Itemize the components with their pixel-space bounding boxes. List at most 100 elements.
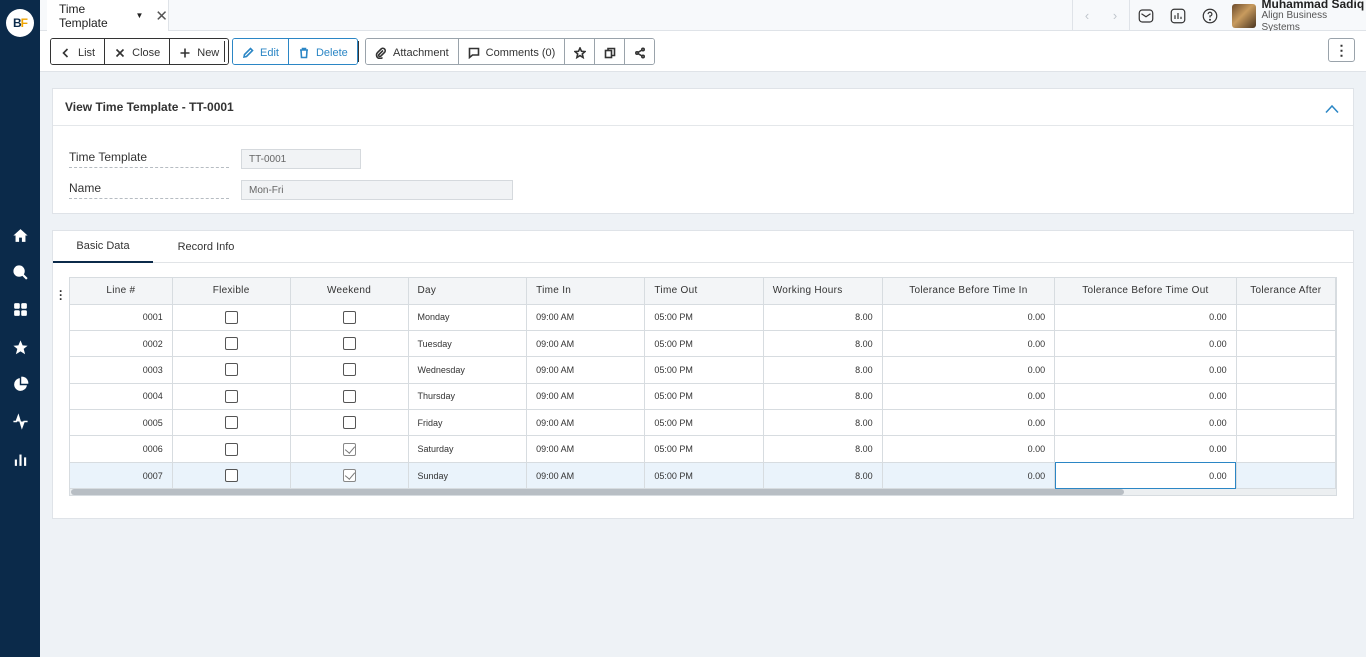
flexible-checkbox[interactable] bbox=[224, 337, 238, 351]
list-button[interactable]: List bbox=[51, 39, 105, 64]
day-cell[interactable]: Thursday bbox=[408, 383, 528, 411]
time-out-cell[interactable]: 05:00 PM bbox=[644, 435, 764, 463]
document-tab[interactable]: Time Template ▼ ✕ bbox=[47, 0, 169, 31]
flexible-checkbox[interactable] bbox=[224, 442, 238, 456]
weekend-checkbox[interactable] bbox=[342, 389, 356, 403]
horizontal-scrollbar[interactable] bbox=[70, 489, 1336, 495]
column-header-weekend[interactable]: Weekend bbox=[290, 278, 409, 305]
working-hours-cell[interactable]: 8.00 bbox=[763, 383, 883, 411]
help-icon[interactable] bbox=[1194, 0, 1226, 31]
day-cell[interactable]: Saturday bbox=[408, 435, 528, 463]
time-out-cell[interactable]: 05:00 PM bbox=[644, 462, 764, 490]
weekend-checkbox[interactable] bbox=[342, 469, 356, 483]
tolerance-before-time-in-cell[interactable]: 0.00 bbox=[882, 409, 1056, 437]
copy-button[interactable] bbox=[594, 39, 625, 64]
line-number-cell[interactable]: 0003 bbox=[70, 356, 173, 384]
time-out-cell[interactable]: 05:00 PM bbox=[644, 409, 764, 437]
working-hours-cell[interactable]: 8.00 bbox=[763, 435, 883, 463]
user-menu[interactable]: Muhammad Sadiq Align Business Systems bbox=[1226, 0, 1366, 34]
column-header-tolerance-before-time-out[interactable]: Tolerance Before Time Out bbox=[1054, 278, 1237, 305]
time-in-cell[interactable]: 09:00 AM bbox=[526, 356, 646, 384]
tolerance-before-time-in-cell[interactable]: 0.00 bbox=[882, 462, 1056, 490]
avatar[interactable] bbox=[1232, 3, 1256, 28]
time-template-field[interactable]: TT-0001 bbox=[241, 149, 361, 169]
column-header-working-hours[interactable]: Working Hours bbox=[763, 278, 883, 305]
flexible-checkbox[interactable] bbox=[224, 469, 238, 483]
flexible-checkbox[interactable] bbox=[224, 389, 238, 403]
table-row[interactable]: 0004 Thursday 09:00 AM 05:00 PM 8.00 0.00 0.00 bbox=[70, 383, 1336, 411]
tolerance-before-time-in-cell[interactable]: 0.00 bbox=[882, 304, 1056, 331]
time-in-cell[interactable]: 09:00 AM bbox=[526, 304, 646, 331]
home-icon[interactable] bbox=[11, 226, 29, 244]
tolerance-after-cell[interactable] bbox=[1236, 409, 1336, 437]
grid-menu-icon[interactable]: · · · bbox=[59, 285, 63, 305]
close-button[interactable]: Close bbox=[104, 39, 170, 64]
tolerance-before-time-out-cell[interactable]: 0.00 bbox=[1054, 435, 1237, 463]
attachment-button[interactable]: Attachment bbox=[366, 39, 458, 64]
day-cell[interactable]: Sunday bbox=[408, 462, 528, 490]
time-in-cell[interactable]: 09:00 AM bbox=[526, 435, 646, 463]
flexible-checkbox-cell[interactable] bbox=[172, 356, 291, 384]
working-hours-cell[interactable]: 8.00 bbox=[763, 356, 883, 384]
mail-icon[interactable] bbox=[1130, 0, 1162, 31]
flexible-checkbox[interactable] bbox=[224, 416, 238, 430]
working-hours-cell[interactable]: 8.00 bbox=[763, 330, 883, 358]
caret-down-icon[interactable]: ▼ bbox=[136, 11, 144, 20]
comments-button[interactable]: Comments (0) bbox=[457, 39, 565, 64]
weekend-checkbox[interactable] bbox=[342, 310, 356, 324]
column-header-tolerance-before-time-in[interactable]: Tolerance Before Time In bbox=[882, 278, 1056, 305]
tolerance-after-cell[interactable] bbox=[1236, 356, 1336, 384]
weekend-checkbox-cell[interactable] bbox=[290, 435, 409, 463]
tolerance-before-time-out-cell[interactable]: 0.00 bbox=[1054, 409, 1237, 437]
weekend-checkbox-cell[interactable] bbox=[290, 356, 409, 384]
weekend-checkbox[interactable] bbox=[342, 416, 356, 430]
day-cell[interactable]: Friday bbox=[408, 409, 528, 437]
tab-basic-data[interactable]: Basic Data bbox=[53, 231, 153, 263]
tolerance-before-time-out-cell[interactable]: 0.00 bbox=[1054, 462, 1237, 490]
weekend-checkbox-cell[interactable] bbox=[290, 383, 409, 411]
day-cell[interactable]: Tuesday bbox=[408, 330, 528, 358]
flexible-checkbox[interactable] bbox=[224, 363, 238, 377]
column-header-time-out[interactable]: Time Out bbox=[644, 278, 764, 305]
chevron-left-icon[interactable]: ‹ bbox=[1073, 0, 1101, 31]
table-row[interactable]: 0007 Sunday 09:00 AM 05:00 PM 8.00 0.00 0.00 bbox=[70, 462, 1336, 490]
tolerance-after-cell[interactable] bbox=[1236, 330, 1336, 358]
flexible-checkbox-cell[interactable] bbox=[172, 383, 291, 411]
scrollbar-thumb[interactable] bbox=[71, 489, 1124, 495]
delete-button[interactable]: Delete bbox=[287, 39, 357, 64]
line-number-cell[interactable]: 0001 bbox=[70, 304, 173, 331]
tab-record-info[interactable]: Record Info bbox=[153, 231, 259, 263]
table-row[interactable]: 0002 Tuesday 09:00 AM 05:00 PM 8.00 0.00 0.00 bbox=[70, 330, 1336, 358]
weekend-checkbox-cell[interactable] bbox=[290, 462, 409, 490]
table-row[interactable]: 0006 Saturday 09:00 AM 05:00 PM 8.00 0.00 0.00 bbox=[70, 435, 1336, 463]
pie-chart-icon[interactable] bbox=[11, 375, 29, 393]
time-in-cell[interactable]: 09:00 AM bbox=[526, 409, 646, 437]
working-hours-cell[interactable]: 8.00 bbox=[763, 462, 883, 490]
tolerance-before-time-in-cell[interactable]: 0.00 bbox=[882, 435, 1056, 463]
apps-grid-icon[interactable] bbox=[11, 300, 29, 318]
line-number-cell[interactable]: 0004 bbox=[70, 383, 173, 411]
time-out-cell[interactable]: 05:00 PM bbox=[644, 356, 764, 384]
table-row[interactable]: 0003 Wednesday 09:00 AM 05:00 PM 8.00 0.00 0.0… bbox=[70, 356, 1336, 384]
close-tab-icon[interactable]: ✕ bbox=[155, 7, 168, 25]
line-number-cell[interactable]: 0006 bbox=[70, 435, 173, 463]
tolerance-before-time-in-cell[interactable]: 0.00 bbox=[882, 356, 1056, 384]
tolerance-before-time-out-cell[interactable]: 0.00 bbox=[1054, 304, 1237, 331]
column-header-day[interactable]: Day bbox=[408, 278, 528, 305]
tolerance-after-cell[interactable] bbox=[1236, 304, 1336, 331]
chevron-right-icon[interactable]: › bbox=[1101, 0, 1129, 31]
tolerance-after-cell[interactable] bbox=[1236, 435, 1336, 463]
time-in-cell[interactable]: 09:00 AM bbox=[526, 330, 646, 358]
tolerance-before-time-out-cell[interactable]: 0.00 bbox=[1054, 383, 1237, 411]
weekend-checkbox-cell[interactable] bbox=[290, 409, 409, 437]
line-number-cell[interactable]: 0002 bbox=[70, 330, 173, 358]
star-icon[interactable] bbox=[11, 338, 29, 356]
flexible-checkbox-cell[interactable] bbox=[172, 330, 291, 358]
name-field[interactable]: Mon-Fri bbox=[241, 180, 513, 200]
column-header-flexible[interactable]: Flexible bbox=[172, 278, 291, 305]
time-out-cell[interactable]: 05:00 PM bbox=[644, 383, 764, 411]
flexible-checkbox-cell[interactable] bbox=[172, 462, 291, 490]
time-out-cell[interactable]: 05:00 PM bbox=[644, 330, 764, 358]
tolerance-after-cell[interactable] bbox=[1236, 383, 1336, 411]
tolerance-before-time-out-cell[interactable]: 0.00 bbox=[1054, 330, 1237, 358]
